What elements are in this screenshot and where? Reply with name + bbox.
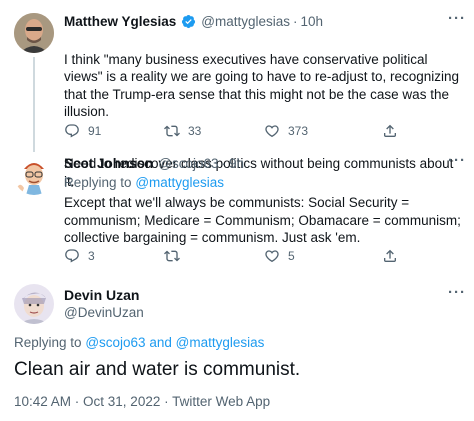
- tweet-text: Except that we'll always be communists: …: [64, 195, 461, 245]
- reply-icon: [65, 124, 79, 138]
- share-button[interactable]: [382, 248, 398, 264]
- reply-count: 3: [88, 249, 95, 263]
- avatar-devin-uzan[interactable]: [14, 284, 54, 324]
- share-icon: [384, 249, 396, 262]
- replying-to-handle[interactable]: @mattyglesias: [176, 335, 265, 350]
- author-name[interactable]: Devin Uzan: [64, 287, 139, 303]
- retweet-button[interactable]: [164, 248, 188, 264]
- more-icon[interactable]: ···: [448, 10, 466, 27]
- replying-to-label: Replying to: [14, 335, 82, 350]
- share-icon: [384, 124, 396, 137]
- replying-to-label: Replying to: [64, 175, 132, 190]
- tweet-actions: 3 5: [64, 247, 404, 265]
- reply-button[interactable]: 3: [64, 248, 95, 264]
- reply-count: 91: [88, 124, 102, 138]
- author-handle[interactable]: @scojo63: [158, 156, 218, 171]
- author-name[interactable]: Scot Johnson: [64, 156, 153, 171]
- thread-connector-line: [33, 57, 35, 152]
- like-icon: [265, 250, 279, 263]
- share-button[interactable]: [382, 123, 398, 139]
- retweet-icon: [164, 125, 180, 137]
- tweet-devin-uzan: Devin Uzan @DevinUzan ··· Replying to @s…: [0, 270, 474, 421]
- separator-dot: ·: [221, 156, 227, 171]
- like-count: 373: [288, 124, 309, 138]
- retweet-count: 33: [188, 124, 202, 138]
- replying-to: Replying to @mattyglesias: [64, 175, 224, 190]
- tweet-scot-johnson[interactable]: Scot Johnson @scojo63 · 9h ··· Replying …: [0, 150, 474, 270]
- like-button[interactable]: 373: [264, 123, 308, 139]
- tweet-time[interactable]: 9h: [229, 156, 244, 171]
- tweet-header: Matthew Yglesias @mattyglesias · 10h: [64, 14, 323, 29]
- tweet-paragraph: I think "many business executives have c…: [64, 51, 459, 120]
- author-handle[interactable]: @mattyglesias: [201, 14, 290, 29]
- replying-to: Replying to @scojo63 and @mattyglesias: [14, 335, 264, 350]
- like-icon: [265, 125, 279, 138]
- separator-dot: ·: [293, 14, 298, 29]
- tweet-header: Scot Johnson @scojo63 · 9h: [64, 156, 244, 171]
- tweet-text: Clean air and water is communist.: [14, 359, 301, 380]
- tweet-matthew-yglesias[interactable]: Matthew Yglesias @mattyglesias · 10h ···…: [0, 0, 474, 189]
- verified-badge-icon: [182, 14, 196, 29]
- avatar-matthew-yglesias[interactable]: [14, 13, 54, 53]
- more-icon[interactable]: ···: [448, 152, 466, 169]
- author-name[interactable]: Matthew Yglesias: [64, 14, 176, 29]
- replying-to-handle[interactable]: @mattyglesias: [135, 175, 224, 190]
- avatar-scot-johnson[interactable]: [14, 155, 54, 195]
- author-handle[interactable]: @DevinUzan: [64, 305, 144, 320]
- replying-to-handle[interactable]: @scojo63: [85, 335, 145, 350]
- tweet-timestamp[interactable]: 10:42 AM · Oct 31, 2022 · Twitter Web Ap…: [14, 394, 270, 409]
- tweet-actions: 91 33 373: [64, 122, 404, 140]
- replying-to-and: and: [149, 335, 172, 350]
- retweet-icon: [164, 250, 180, 262]
- more-icon[interactable]: ···: [448, 284, 466, 301]
- like-button[interactable]: 5: [264, 248, 295, 264]
- reply-icon: [65, 249, 79, 263]
- retweet-button[interactable]: 33: [164, 123, 201, 139]
- reply-button[interactable]: 91: [64, 123, 101, 139]
- like-count: 5: [288, 249, 295, 263]
- tweet-time[interactable]: 10h: [301, 14, 324, 29]
